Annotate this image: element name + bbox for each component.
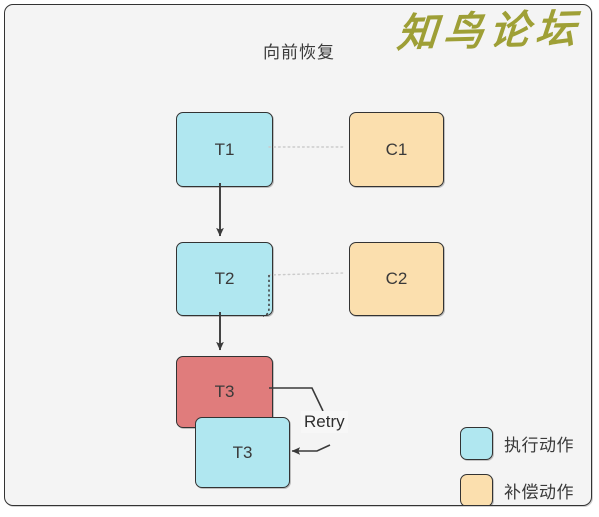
diagram-canvas: T1 C1 T2 C2 T3 T3 Retry 向前恢复 知鸟论坛 执行动作 补… xyxy=(4,4,592,506)
edge-label-retry: Retry xyxy=(301,411,348,433)
arrow-retry-tail xyxy=(291,444,331,455)
dotted-link-t2-c2 xyxy=(268,272,346,276)
legend: 执行动作 补偿动作 xyxy=(460,420,574,505)
node-c2-label: C2 xyxy=(385,269,408,288)
node-t2[interactable]: T2 xyxy=(176,242,273,316)
node-t1[interactable]: T1 xyxy=(176,112,273,187)
node-t2-label: T2 xyxy=(214,269,235,288)
legend-item-comp: 补偿动作 xyxy=(460,467,574,505)
node-c1-label: C1 xyxy=(385,139,408,159)
legend-swatch-exec-icon xyxy=(460,427,493,460)
legend-swatch-comp-icon xyxy=(460,474,493,505)
node-c2[interactable]: C2 xyxy=(349,242,444,316)
node-t3-retry-label: T3 xyxy=(232,442,253,462)
node-c1[interactable]: C1 xyxy=(349,112,444,187)
node-t1-label: T1 xyxy=(214,139,235,159)
node-t3-failed-label: T3 xyxy=(214,382,235,401)
arrow-retry xyxy=(269,387,324,412)
node-t3-retry[interactable]: T3 xyxy=(195,417,290,488)
legend-label-exec: 执行动作 xyxy=(504,436,574,455)
legend-item-exec: 执行动作 xyxy=(460,420,574,467)
diagram-title: 向前恢复 xyxy=(263,43,335,62)
legend-label-comp: 补偿动作 xyxy=(504,483,574,502)
